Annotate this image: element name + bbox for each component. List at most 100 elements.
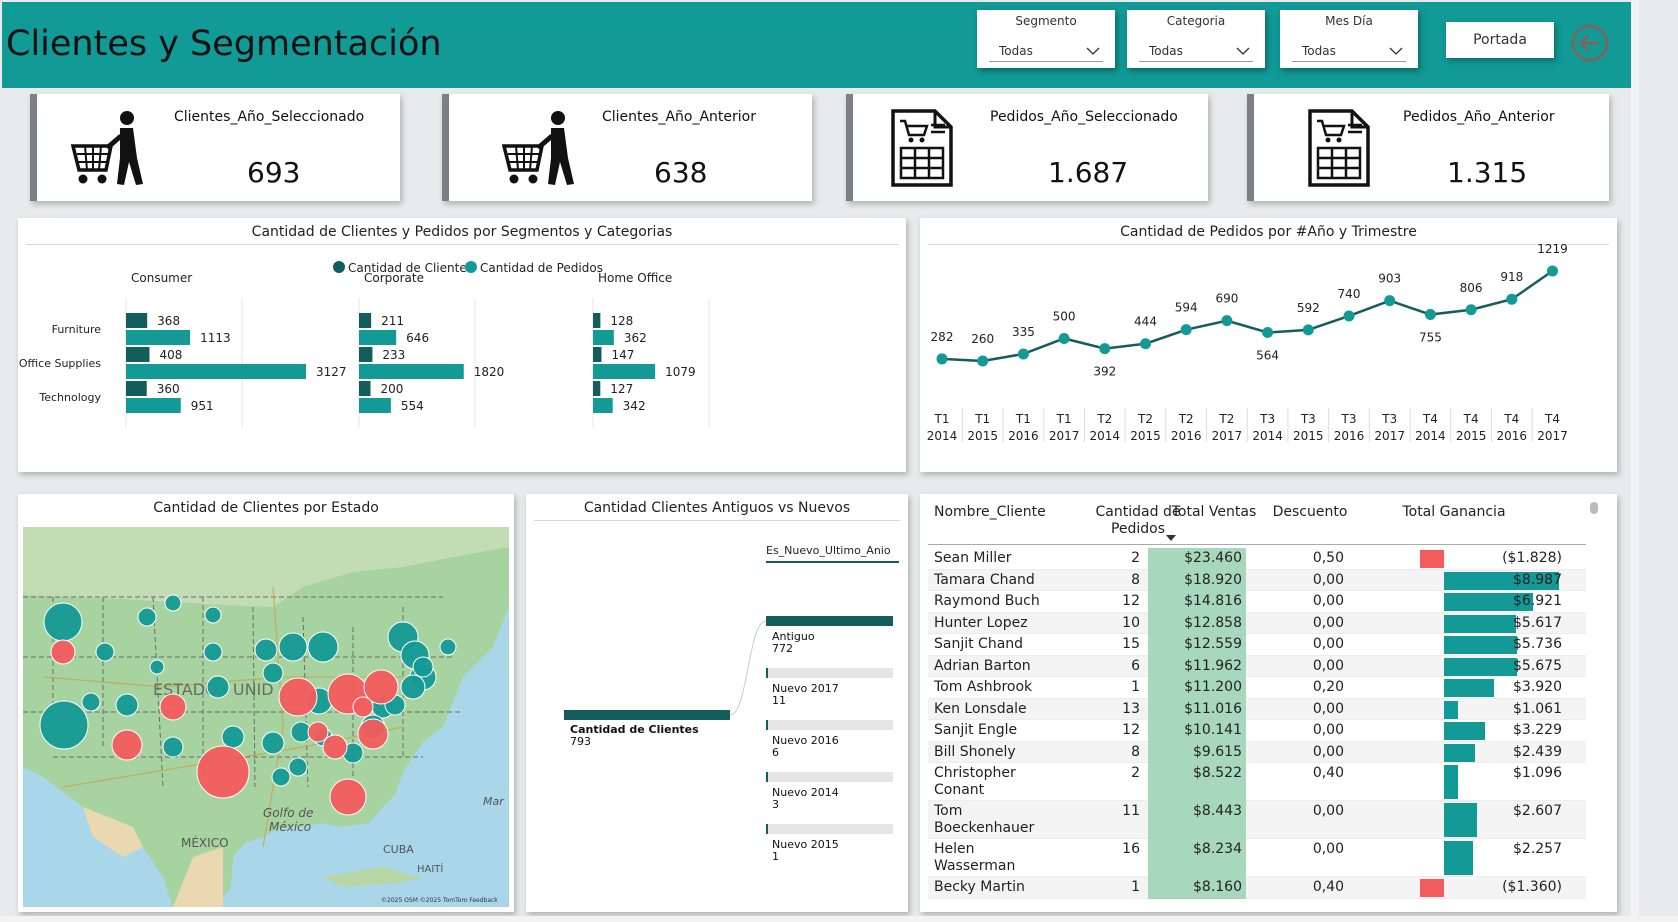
line-point[interactable] [1465, 304, 1477, 316]
bar-clientes[interactable] [359, 313, 372, 328]
bar-pedidos[interactable] [359, 398, 391, 413]
states-bubble-map[interactable]: ESTADOS UNID Golfo de México MÉXICO CUBA … [23, 527, 509, 907]
bar-pedidos[interactable] [126, 330, 191, 345]
line-point[interactable] [1384, 295, 1396, 307]
cell-ventas: $11.200 [1184, 679, 1242, 695]
state-bubble[interactable] [95, 642, 115, 662]
state-bubble-highlight[interactable] [329, 778, 367, 816]
bar-pedidos[interactable] [359, 364, 464, 379]
state-bubble-highlight[interactable] [307, 721, 329, 743]
table-row[interactable]: Sanjit Engle 12 $10.141 0,00 $3.229 [928, 720, 1586, 742]
line-point[interactable] [1262, 326, 1274, 338]
categoria-slicer[interactable]: Categoria Todas [1127, 10, 1265, 68]
col-header-descuento[interactable]: Descuento [1260, 504, 1360, 520]
state-bubble-highlight[interactable] [159, 693, 187, 721]
state-bubble[interactable] [149, 659, 165, 675]
segmento-slicer[interactable]: Segmento Todas [977, 10, 1115, 68]
bar-label-pedidos: 646 [406, 331, 429, 345]
table-scrollbar[interactable] [1590, 502, 1598, 514]
sort-desc-icon[interactable] [1166, 535, 1176, 541]
bar-pedidos[interactable] [126, 398, 181, 413]
bar-pedidos[interactable] [593, 330, 614, 345]
page-scrollbar-horizontal[interactable] [0, 916, 1678, 922]
state-bubble[interactable] [221, 725, 245, 749]
segmento-dropdown[interactable]: Todas [989, 42, 1103, 62]
portada-button[interactable]: Portada [1446, 22, 1554, 58]
line-point[interactable] [936, 353, 948, 365]
line-point[interactable] [1058, 332, 1070, 344]
bar-clientes[interactable] [593, 381, 601, 396]
line-point[interactable] [977, 355, 989, 367]
state-bubble[interactable] [271, 767, 291, 787]
state-bubble-highlight[interactable] [322, 734, 348, 760]
page-scrollbar-vertical[interactable] [1631, 0, 1639, 922]
line-point[interactable] [1180, 324, 1192, 336]
state-bubble[interactable] [39, 700, 89, 750]
state-bubble[interactable] [262, 662, 284, 684]
state-bubble[interactable] [164, 594, 182, 612]
state-bubble[interactable] [307, 631, 339, 663]
state-bubble[interactable] [400, 674, 426, 700]
state-bubble-highlight[interactable] [278, 677, 318, 717]
state-bubble[interactable] [206, 675, 230, 699]
bar-pedidos[interactable] [593, 398, 613, 413]
bar-clientes[interactable] [593, 347, 602, 362]
state-bubble[interactable] [162, 736, 184, 758]
line-point[interactable] [1547, 265, 1558, 277]
table-row[interactable]: Helen Wasserman 16 $8.234 0,00 $2.257 [928, 839, 1586, 877]
state-bubble[interactable] [254, 638, 278, 662]
bar-clientes[interactable] [359, 381, 371, 396]
bar-clientes[interactable] [126, 313, 148, 328]
col-header-ganancia[interactable]: Total Ganancia [1384, 504, 1524, 520]
bar-clientes[interactable] [126, 347, 150, 362]
bar-pedidos[interactable] [593, 364, 656, 379]
state-bubble-highlight[interactable] [196, 745, 250, 799]
mes-dia-slicer[interactable]: Mes Día Todas [1280, 10, 1418, 68]
table-row[interactable]: Tamara Chand 8 $18.920 0,00 $8.987 [928, 569, 1586, 591]
table-row[interactable]: Tom Ashbrook 1 $11.200 0,20 $3.920 [928, 677, 1586, 699]
line-point[interactable] [1302, 324, 1314, 336]
table-row[interactable]: Ken Lonsdale 13 $11.016 0,00 $1.061 [928, 698, 1586, 720]
line-point[interactable] [1221, 315, 1233, 327]
state-bubble[interactable] [137, 607, 157, 627]
state-bubble[interactable] [261, 731, 285, 755]
state-bubble[interactable] [204, 606, 222, 624]
line-point[interactable] [1017, 348, 1029, 360]
line-point[interactable] [1424, 309, 1436, 321]
state-bubble[interactable] [43, 602, 83, 642]
mes-dia-dropdown[interactable]: Todas [1292, 42, 1406, 62]
table-row[interactable]: Tom Boeckenhauer 11 $8.443 0,00 $2.607 [928, 801, 1586, 839]
table-row[interactable]: Becky Martin 1 $8.160 0,40 ($1.360) [928, 877, 1586, 899]
state-bubble[interactable] [412, 656, 434, 678]
state-bubble[interactable] [203, 642, 223, 662]
state-bubble[interactable] [81, 692, 101, 712]
table-row[interactable]: Christopher Conant 2 $8.522 0,40 $1.096 [928, 763, 1586, 801]
table-row[interactable]: Bill Shonely 8 $9.615 0,00 $2.439 [928, 741, 1586, 763]
state-bubble[interactable] [439, 638, 457, 656]
bar-clientes[interactable] [126, 381, 147, 396]
state-bubble[interactable] [288, 757, 308, 777]
line-point[interactable] [1343, 310, 1355, 322]
table-row[interactable]: Sanjit Chand 15 $12.559 0,00 $5.736 [928, 634, 1586, 656]
state-bubble[interactable] [115, 693, 139, 717]
state-bubble[interactable] [278, 632, 308, 662]
table-row[interactable]: Raymond Buch 12 $14.816 0,00 $6.921 [928, 591, 1586, 613]
bar-pedidos[interactable] [126, 364, 306, 379]
back-arrow-icon[interactable] [1570, 23, 1610, 63]
line-point[interactable] [1506, 293, 1518, 305]
state-bubble-highlight[interactable] [111, 729, 143, 761]
state-bubble-highlight[interactable] [50, 639, 76, 665]
line-point[interactable] [1140, 338, 1151, 350]
state-bubble-highlight[interactable] [357, 718, 389, 750]
categoria-dropdown[interactable]: Todas [1139, 42, 1253, 62]
bar-clientes[interactable] [593, 313, 601, 328]
bar-pedidos[interactable] [359, 330, 397, 345]
table-row[interactable]: Adrian Barton 6 $11.962 0,00 $5.675 [928, 655, 1586, 677]
state-bubble-highlight[interactable] [352, 696, 374, 718]
col-header-ventas[interactable]: Total Ventas [1164, 504, 1264, 520]
bar-clientes[interactable] [359, 347, 373, 362]
line-point[interactable] [1099, 343, 1111, 355]
table-row[interactable]: Hunter Lopez 10 $12.858 0,00 $5.617 [928, 612, 1586, 634]
table-row[interactable]: Sean Miller 2 $23.460 0,50 ($1.828) [928, 548, 1586, 570]
col-header-nombre[interactable]: Nombre_Cliente [934, 504, 1046, 520]
